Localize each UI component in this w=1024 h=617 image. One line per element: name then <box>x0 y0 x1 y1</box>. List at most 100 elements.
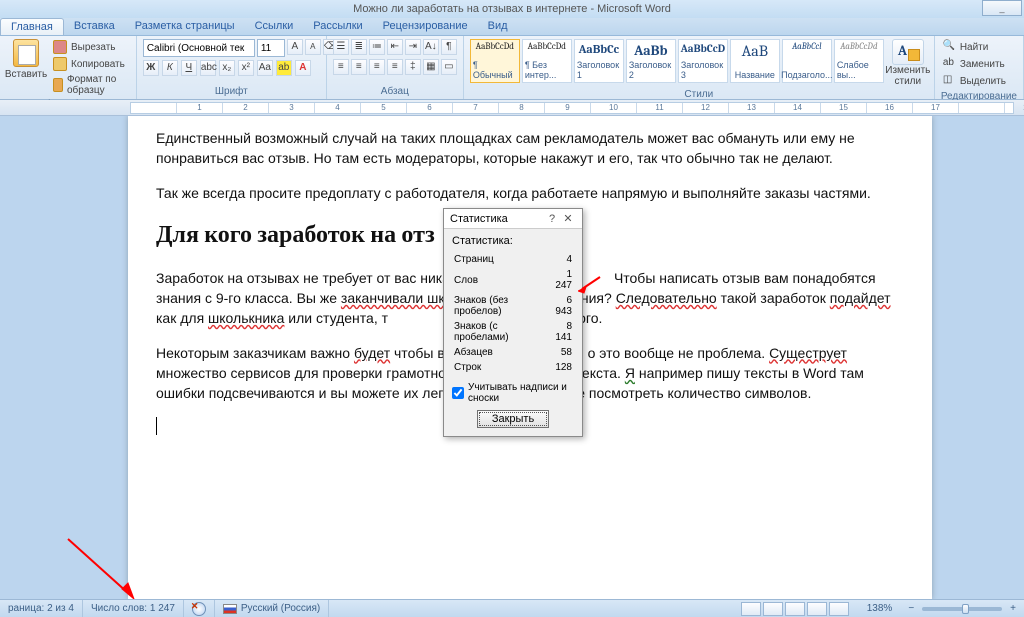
grow-font-button[interactable]: A <box>287 39 303 55</box>
status-language[interactable]: Русский (Россия) <box>215 600 329 617</box>
justify-button[interactable]: ≡ <box>387 59 403 75</box>
sort-button[interactable]: A↓ <box>423 39 439 55</box>
status-bar: раница: 2 из 4 Число слов: 1 247 Русский… <box>0 599 1024 617</box>
checkbox-icon[interactable] <box>452 387 464 399</box>
zoom-control[interactable]: − + <box>900 600 1024 617</box>
copy-label: Копировать <box>71 59 125 70</box>
style-nospacing[interactable]: AaBbCcDd¶ Без интер... <box>522 39 572 83</box>
status-page[interactable]: раница: 2 из 4 <box>0 600 83 617</box>
status-word-count[interactable]: Число слов: 1 247 <box>83 600 184 617</box>
zoom-out-icon[interactable]: − <box>908 603 914 614</box>
underline-button[interactable]: Ч <box>181 60 197 76</box>
italic-button[interactable]: К <box>162 60 178 76</box>
scissors-icon <box>53 40 67 54</box>
zoom-slider[interactable] <box>922 607 1002 611</box>
tab-insert[interactable]: Вставка <box>64 18 125 35</box>
zoom-in-icon[interactable]: + <box>1010 603 1016 614</box>
paste-icon <box>13 39 39 67</box>
paragraph-label: Абзац <box>333 84 457 97</box>
stat-row: Знаков (с пробелами)8 141 <box>454 320 572 344</box>
replace-icon: ab <box>943 57 957 71</box>
numbering-button[interactable]: ≣ <box>351 39 367 55</box>
select-icon: ◫ <box>943 74 957 88</box>
subscript-button[interactable]: x₂ <box>219 60 235 76</box>
view-outline[interactable] <box>807 602 827 616</box>
stat-row: Слов1 247 <box>454 268 572 292</box>
stat-row: Строк128 <box>454 361 572 374</box>
borders-button[interactable]: ▭ <box>441 59 457 75</box>
tab-layout[interactable]: Разметка страницы <box>125 18 245 35</box>
styles-gallery[interactable]: AaBbCcDd¶ Обычный AaBbCcDd¶ Без интер...… <box>470 39 884 83</box>
group-styles: AaBbCcDd¶ Обычный AaBbCcDd¶ Без интер...… <box>464 36 935 99</box>
select-button[interactable]: ◫Выделить <box>941 73 1008 89</box>
stat-row: Страниц4 <box>454 253 572 266</box>
indent-button[interactable]: ⇥ <box>405 39 421 55</box>
paste-button[interactable]: Вставить <box>6 39 46 80</box>
show-marks-button[interactable]: ¶ <box>441 39 457 55</box>
font-name-input[interactable] <box>143 39 255 57</box>
group-paragraph: ☰ ≣ ≔ ⇤ ⇥ A↓ ¶ ≡ ≡ ≡ ≡ ‡ ▦ ▭ Абзац <box>327 36 464 99</box>
align-left-button[interactable]: ≡ <box>333 59 349 75</box>
dialog-title: Статистика <box>450 213 544 225</box>
text-cursor <box>156 417 157 435</box>
window-minimize[interactable]: _ <box>982 0 1022 16</box>
style-normal[interactable]: AaBbCcDd¶ Обычный <box>470 39 520 83</box>
copy-button[interactable]: Копировать <box>50 56 130 72</box>
tab-mailings[interactable]: Рассылки <box>303 18 372 35</box>
copy-icon <box>53 57 67 71</box>
format-label: Формат по образцу <box>67 74 127 96</box>
highlight-button[interactable]: ab <box>276 60 292 76</box>
font-color-button[interactable]: A <box>295 60 311 76</box>
style-title[interactable]: AaBНазвание <box>730 39 780 83</box>
styles-label: Стили <box>470 87 928 100</box>
dialog-close-icon[interactable]: ✕ <box>560 212 576 225</box>
multilevel-button[interactable]: ≔ <box>369 39 385 55</box>
style-emphasis[interactable]: AaBbCcDdСлабое вы... <box>834 39 884 83</box>
zoom-thumb[interactable] <box>962 604 969 614</box>
include-footnotes-checkbox[interactable]: Учитывать надписи и сноски <box>452 382 574 404</box>
font-size-input[interactable] <box>257 39 285 57</box>
tab-review[interactable]: Рецензирование <box>373 18 478 35</box>
view-web[interactable] <box>785 602 805 616</box>
bullets-button[interactable]: ☰ <box>333 39 349 55</box>
stat-row: Знаков (без пробелов)6 943 <box>454 294 572 318</box>
replace-button[interactable]: abЗаменить <box>941 56 1007 72</box>
text-effect-button[interactable]: Aa <box>257 60 273 76</box>
align-center-button[interactable]: ≡ <box>351 59 367 75</box>
dialog-titlebar[interactable]: Статистика ? ✕ <box>444 209 582 229</box>
cut-button[interactable]: Вырезать <box>50 39 130 55</box>
tab-view[interactable]: Вид <box>478 18 518 35</box>
strike-button[interactable]: abc <box>200 60 216 76</box>
zoom-level[interactable]: 138% <box>859 600 901 617</box>
dialog-help-icon[interactable]: ? <box>544 213 560 225</box>
find-button[interactable]: 🔍Найти <box>941 39 991 55</box>
shading-button[interactable]: ▦ <box>423 59 439 75</box>
dialog-close-button[interactable]: Закрыть <box>477 410 549 428</box>
tab-home[interactable]: Главная <box>0 18 64 35</box>
status-spellcheck[interactable] <box>184 600 215 617</box>
paragraph: Единственный возможный случай на таких п… <box>156 128 904 169</box>
group-editing: 🔍Найти abЗаменить ◫Выделить Редактирован… <box>935 36 1024 99</box>
view-draft[interactable] <box>829 602 849 616</box>
font-group-label: Шрифт <box>143 84 320 97</box>
spellcheck-icon <box>192 602 206 616</box>
tab-references[interactable]: Ссылки <box>245 18 304 35</box>
format-painter-button[interactable]: Формат по образцу <box>50 73 130 97</box>
window-title: Можно ли заработать на отзывах в интерне… <box>353 3 671 15</box>
bold-button[interactable]: Ж <box>143 60 159 76</box>
style-heading1[interactable]: AaBbCcЗаголовок 1 <box>574 39 624 83</box>
style-heading3[interactable]: AaBbCcDЗаголовок 3 <box>678 39 728 83</box>
change-styles-button[interactable]: Изменить стили <box>888 39 928 87</box>
style-heading2[interactable]: AaBbЗаголовок 2 <box>626 39 676 83</box>
outdent-button[interactable]: ⇤ <box>387 39 403 55</box>
line-spacing-button[interactable]: ‡ <box>405 59 421 75</box>
superscript-button[interactable]: x² <box>238 60 254 76</box>
horizontal-ruler[interactable]: 123456789101112131415161719 <box>0 100 1024 116</box>
align-right-button[interactable]: ≡ <box>369 59 385 75</box>
view-print-layout[interactable] <box>741 602 761 616</box>
style-subtitle[interactable]: AaBbCclПодзаголо... <box>782 39 832 83</box>
window-titlebar: Можно ли заработать на отзывах в интерне… <box>0 0 1024 18</box>
view-fullscreen[interactable] <box>763 602 783 616</box>
group-clipboard: Вставить Вырезать Копировать Формат по о… <box>0 36 137 99</box>
shrink-font-button[interactable]: A <box>305 39 321 55</box>
